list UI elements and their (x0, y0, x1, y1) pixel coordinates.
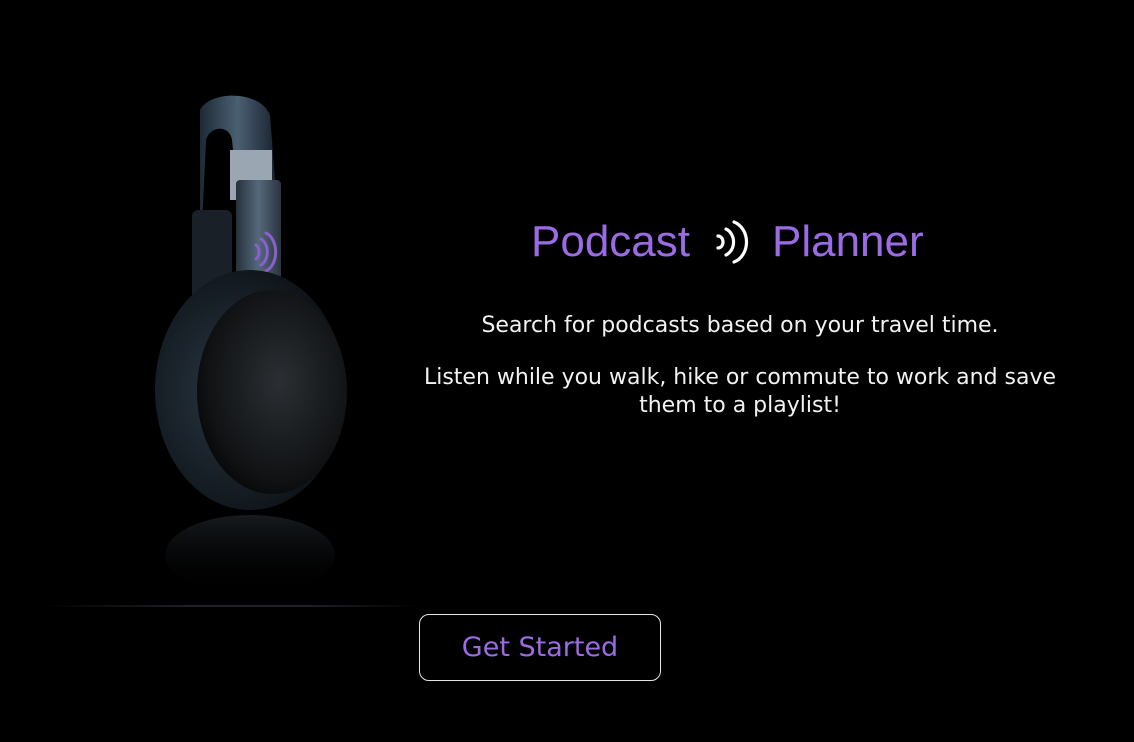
description: Search for podcasts based on your travel… (420, 312, 1060, 420)
headphones-image (60, 70, 400, 610)
title-part-planner: Planner (771, 217, 924, 266)
get-started-button[interactable]: Get Started (419, 614, 661, 681)
floor-reflection-line (40, 605, 420, 607)
description-line-2: Listen while you walk, hike or commute t… (423, 365, 1057, 418)
description-line-1: Search for podcasts based on your travel… (481, 313, 999, 338)
title-part-podcast: Podcast (531, 217, 690, 266)
broadcast-waves-icon (712, 216, 750, 268)
headphones-icon (155, 95, 347, 595)
page-title: Podcast Planner (531, 212, 961, 272)
